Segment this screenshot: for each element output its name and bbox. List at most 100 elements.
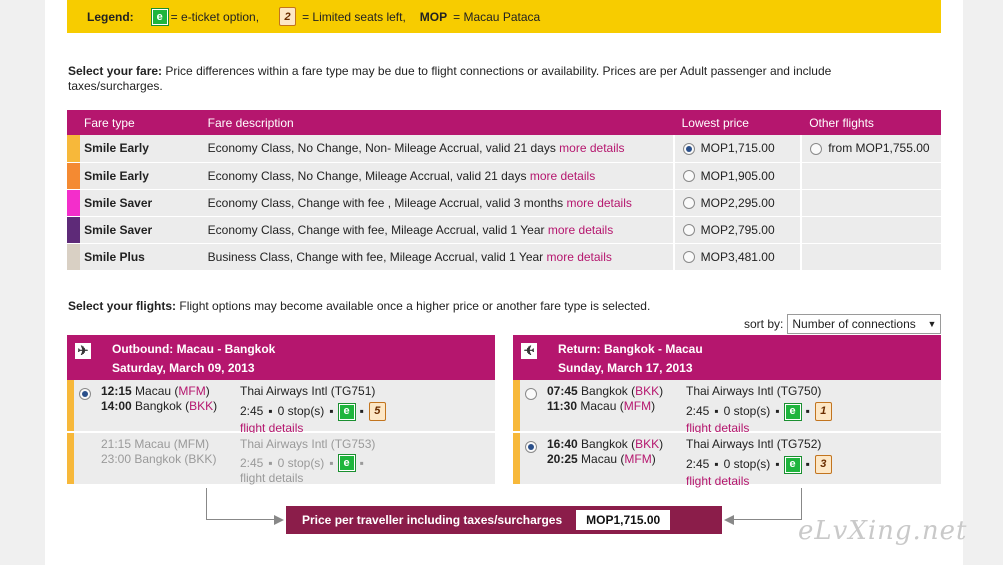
separator-dot: ▪	[359, 404, 364, 418]
flight-times: 12:15 Macau (MFM) 14:00 Bangkok (BKK)	[101, 384, 217, 414]
flight-details-link[interactable]: flight details	[686, 474, 832, 489]
flight-radio[interactable]	[525, 388, 537, 400]
arrival-line: 23:00 Bangkok (BKK)	[101, 452, 217, 466]
stops: 0 stop(s)	[277, 455, 325, 470]
fare-price-cell[interactable]: MOP3,481.00	[673, 243, 803, 271]
arrival-city: Bangkok	[134, 452, 182, 466]
fare-desc: Economy Class, Change with fee, Mileage …	[207, 222, 545, 237]
arrival-city: Bangkok	[135, 399, 182, 413]
fare-row: Smile Early Economy Class, No Change, Non…	[67, 135, 941, 163]
fare-desc-cell: Economy Class, Change with fee , Mileage…	[199, 189, 675, 217]
sort-select[interactable]: Number of connections ▼	[787, 314, 942, 334]
chevron-down-icon: ▼	[927, 319, 937, 329]
other-flights-price: from MOP1,755.00	[828, 141, 930, 156]
more-details-link[interactable]: more details	[548, 223, 613, 237]
fare-desc: Economy Class, Change with fee , Mileage…	[207, 195, 564, 210]
flight-info: Thai Airways Intl (TG751) 2:45 ▪ 0 stop(s) ▪…	[240, 384, 386, 436]
fare-price: MOP2,295.00	[700, 195, 775, 210]
arrow-left-icon	[724, 515, 734, 525]
fare-desc: Economy Class, No Change, Non- Mileage A…	[207, 141, 556, 156]
flight-stops: 2:45 ▪ 0 stop(s) ▪ e ▪	[240, 454, 375, 472]
fare-radio[interactable]	[682, 197, 695, 210]
duration: 2:45	[240, 455, 264, 470]
departure-time: 21:15	[101, 437, 132, 451]
flight-radio[interactable]	[79, 388, 91, 400]
arrival-line: 14:00 Bangkok (BKK)	[101, 399, 218, 413]
flights-section-note: Flight options may become available once…	[179, 299, 651, 313]
arrival-code: MFM	[623, 399, 652, 413]
limited-seats-icon: 5	[368, 402, 386, 421]
arrival-time: 23:00	[101, 452, 132, 466]
departure-time: 12:15	[101, 384, 132, 398]
arrival-code: BKK	[188, 452, 213, 466]
separator-dot: ▪	[775, 404, 780, 418]
flight-row[interactable]: 21:15 Macau (MFM) 23:00 Bangkok (BKK) Thai…	[67, 433, 495, 486]
legend-seats-text: = Limited seats left,	[302, 9, 406, 24]
flights-section-heading: Select your flights:	[68, 299, 177, 313]
plane-icon: ✈	[75, 343, 91, 359]
fare-radio[interactable]	[682, 170, 695, 183]
fare-price-cell[interactable]: MOP1,715.00	[673, 135, 803, 163]
departure-line: 16:40 Bangkok (BKK)	[547, 437, 664, 451]
limited-seats-icon: 3	[814, 455, 832, 474]
airline: Thai Airways Intl (TG751)	[240, 384, 376, 398]
fare-color-swatch	[67, 216, 81, 244]
arrival-time: 20:25	[547, 452, 578, 466]
other-flights-radio[interactable]	[810, 143, 823, 156]
separator-dot: ▪	[805, 457, 810, 471]
fare-radio[interactable]	[682, 251, 695, 264]
fare-price-cell[interactable]: MOP1,905.00	[673, 162, 803, 190]
more-details-link[interactable]: more details	[547, 250, 612, 264]
arrival-time: 11:30	[547, 399, 578, 413]
flight-stops: 2:45 ▪ 0 stop(s) ▪ e ▪ 3	[686, 455, 832, 474]
departure-code: MFM	[178, 384, 206, 398]
flight-row[interactable]: 07:45 Bangkok (BKK) 11:30 Macau (MFM) Thai…	[513, 380, 941, 435]
departure-city: Bangkok	[581, 384, 628, 398]
flight-radio[interactable]	[525, 441, 537, 453]
fare-radio[interactable]	[682, 143, 695, 156]
fare-price-cell[interactable]: MOP2,295.00	[673, 189, 803, 217]
fare-price: MOP3,481.00	[700, 249, 775, 264]
departure-city: Macau	[134, 437, 171, 451]
airline: Thai Airways Intl (TG753)	[240, 437, 376, 451]
separator-dot: ▪	[805, 404, 810, 418]
departure-code: MFM	[177, 437, 206, 451]
other-flights-cell	[801, 162, 941, 190]
total-price-bar: Price per traveller including taxes/surc…	[286, 506, 722, 534]
flight-info: Thai Airways Intl (TG752) 2:45 ▪ 0 stop(s) ▪…	[686, 437, 832, 489]
legend-mop: MOP = Macau Pataca	[420, 10, 540, 24]
flight-row[interactable]: 16:40 Bangkok (BKK) 20:25 Macau (MFM) Thai…	[513, 433, 941, 489]
legend-title: Legend:	[87, 9, 134, 24]
fare-desc-cell: Economy Class, Change with fee, Mileage …	[199, 216, 675, 244]
more-details-link[interactable]: more details	[567, 196, 632, 210]
more-details-link[interactable]: more details	[559, 141, 624, 155]
more-details-link[interactable]: more details	[530, 169, 595, 183]
return-date: Sunday, March 17, 2013	[558, 361, 693, 375]
airline: Thai Airways Intl (TG752)	[686, 437, 822, 451]
fare-desc: Business Class, Change with fee, Mileage…	[207, 249, 544, 264]
eticket-icon: e	[337, 402, 356, 421]
sort-value: Number of connections	[792, 317, 916, 331]
sort-label: sort by:	[744, 317, 784, 331]
flight-details-link[interactable]: flight details	[240, 471, 375, 486]
arrow-right-icon	[274, 515, 284, 525]
arrival-line: 11:30 Macau (MFM)	[547, 399, 656, 413]
legend-eticket: e = e-ticket option,	[150, 7, 259, 26]
separator-dot: ▪	[714, 404, 719, 418]
arrival-code: MFM	[624, 452, 652, 466]
fare-color-swatch	[67, 243, 81, 271]
fare-price-cell[interactable]: MOP2,795.00	[673, 216, 803, 244]
col-other-flights: Other flights	[801, 110, 941, 135]
other-flights-cell[interactable]: from MOP1,755.00	[801, 135, 941, 163]
total-label: Price per traveller including taxes/surc…	[302, 513, 563, 527]
fare-desc-cell: Economy Class, No Change, Non- Mileage A…	[199, 135, 675, 163]
flight-row[interactable]: 12:15 Macau (MFM) 14:00 Bangkok (BKK) Thai…	[67, 380, 495, 436]
flight-stops: 2:45 ▪ 0 stop(s) ▪ e ▪ 1	[686, 402, 832, 421]
fare-row: Smile Early Economy Class, No Change, Mil…	[67, 162, 941, 190]
fare-radio[interactable]	[682, 224, 695, 237]
departure-city: Macau	[135, 384, 172, 398]
departure-time: 07:45	[547, 384, 578, 398]
fare-name: Smile Saver	[80, 216, 200, 244]
departure-code: BKK	[635, 437, 660, 451]
flight-times: 21:15 Macau (MFM) 23:00 Bangkok (BKK)	[101, 437, 216, 467]
